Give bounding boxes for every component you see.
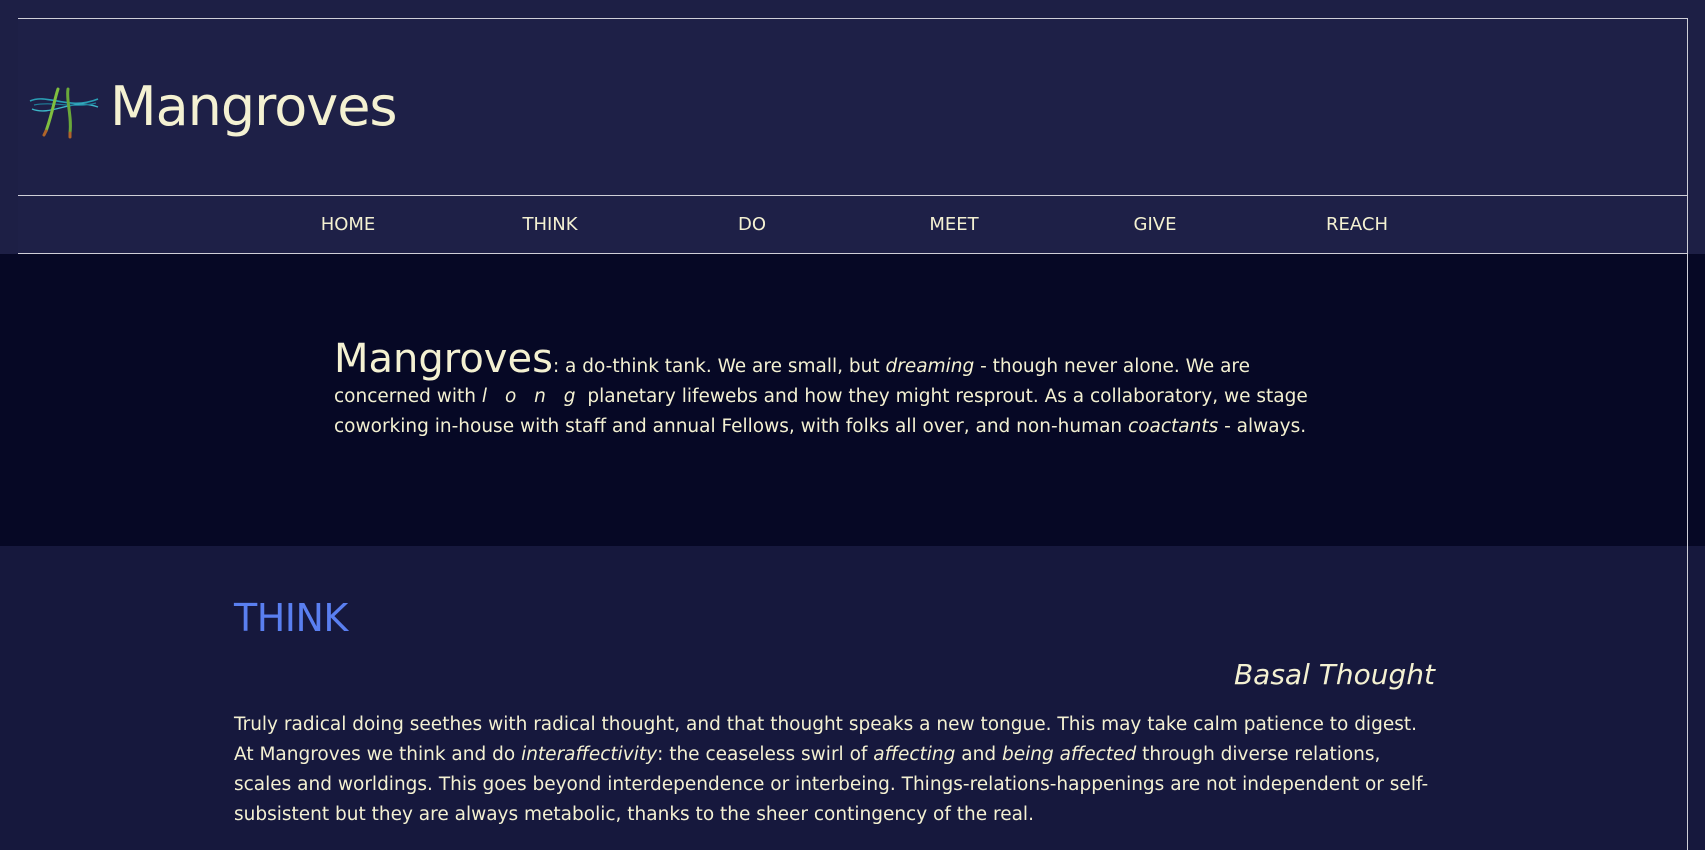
intro-text-1: : a do-think tank. We are small, but bbox=[552, 356, 886, 377]
think-em-interaffectivity: interaffectivity bbox=[521, 744, 658, 765]
mangrove-roots-icon bbox=[29, 87, 99, 139]
nav-item-home[interactable]: HOME bbox=[321, 214, 376, 236]
frame-border bbox=[1687, 254, 1688, 546]
intro-section: Mangroves: a do-think tank. We are small… bbox=[0, 254, 1705, 546]
nav-item-think[interactable]: THINK bbox=[522, 214, 577, 236]
nav-item-do[interactable]: DO bbox=[738, 214, 766, 236]
intro-paragraph: Mangroves: a do-think tank. We are small… bbox=[334, 339, 1339, 442]
nav-item-reach[interactable]: REACH bbox=[1326, 214, 1388, 236]
think-em-being-affected: being affected bbox=[1001, 744, 1137, 765]
intro-lead: Mangroves bbox=[334, 336, 553, 382]
intro-text-4: - always. bbox=[1218, 416, 1307, 437]
think-subheading: Basal Thought bbox=[1233, 658, 1435, 691]
think-paragraph: Truly radical doing seethes with radical… bbox=[234, 710, 1439, 830]
nav-item-give[interactable]: GIVE bbox=[1134, 214, 1177, 236]
logo[interactable]: Mangroves bbox=[28, 71, 398, 143]
nav-item-meet[interactable]: MEET bbox=[929, 214, 978, 236]
think-em-affecting: affecting bbox=[873, 744, 956, 765]
think-text-3: and bbox=[955, 744, 1002, 765]
page: Mangroves HOME THINK DO MEET GIVE REACH … bbox=[0, 0, 1705, 850]
think-text-2: : the ceaseless swirl of bbox=[657, 744, 874, 765]
main-nav: HOME THINK DO MEET GIVE REACH bbox=[18, 196, 1688, 254]
site-header: Mangroves bbox=[18, 18, 1688, 196]
site-title[interactable]: Mangroves bbox=[110, 77, 398, 137]
frame-border bbox=[1687, 546, 1688, 850]
think-heading: THINK bbox=[234, 596, 348, 640]
think-section: THINK Basal Thought Truly radical doing … bbox=[0, 546, 1705, 850]
intro-em-dreaming: dreaming bbox=[885, 356, 975, 377]
intro-em-long: l o n g bbox=[481, 386, 582, 407]
intro-em-coactants: coactants bbox=[1128, 416, 1219, 437]
